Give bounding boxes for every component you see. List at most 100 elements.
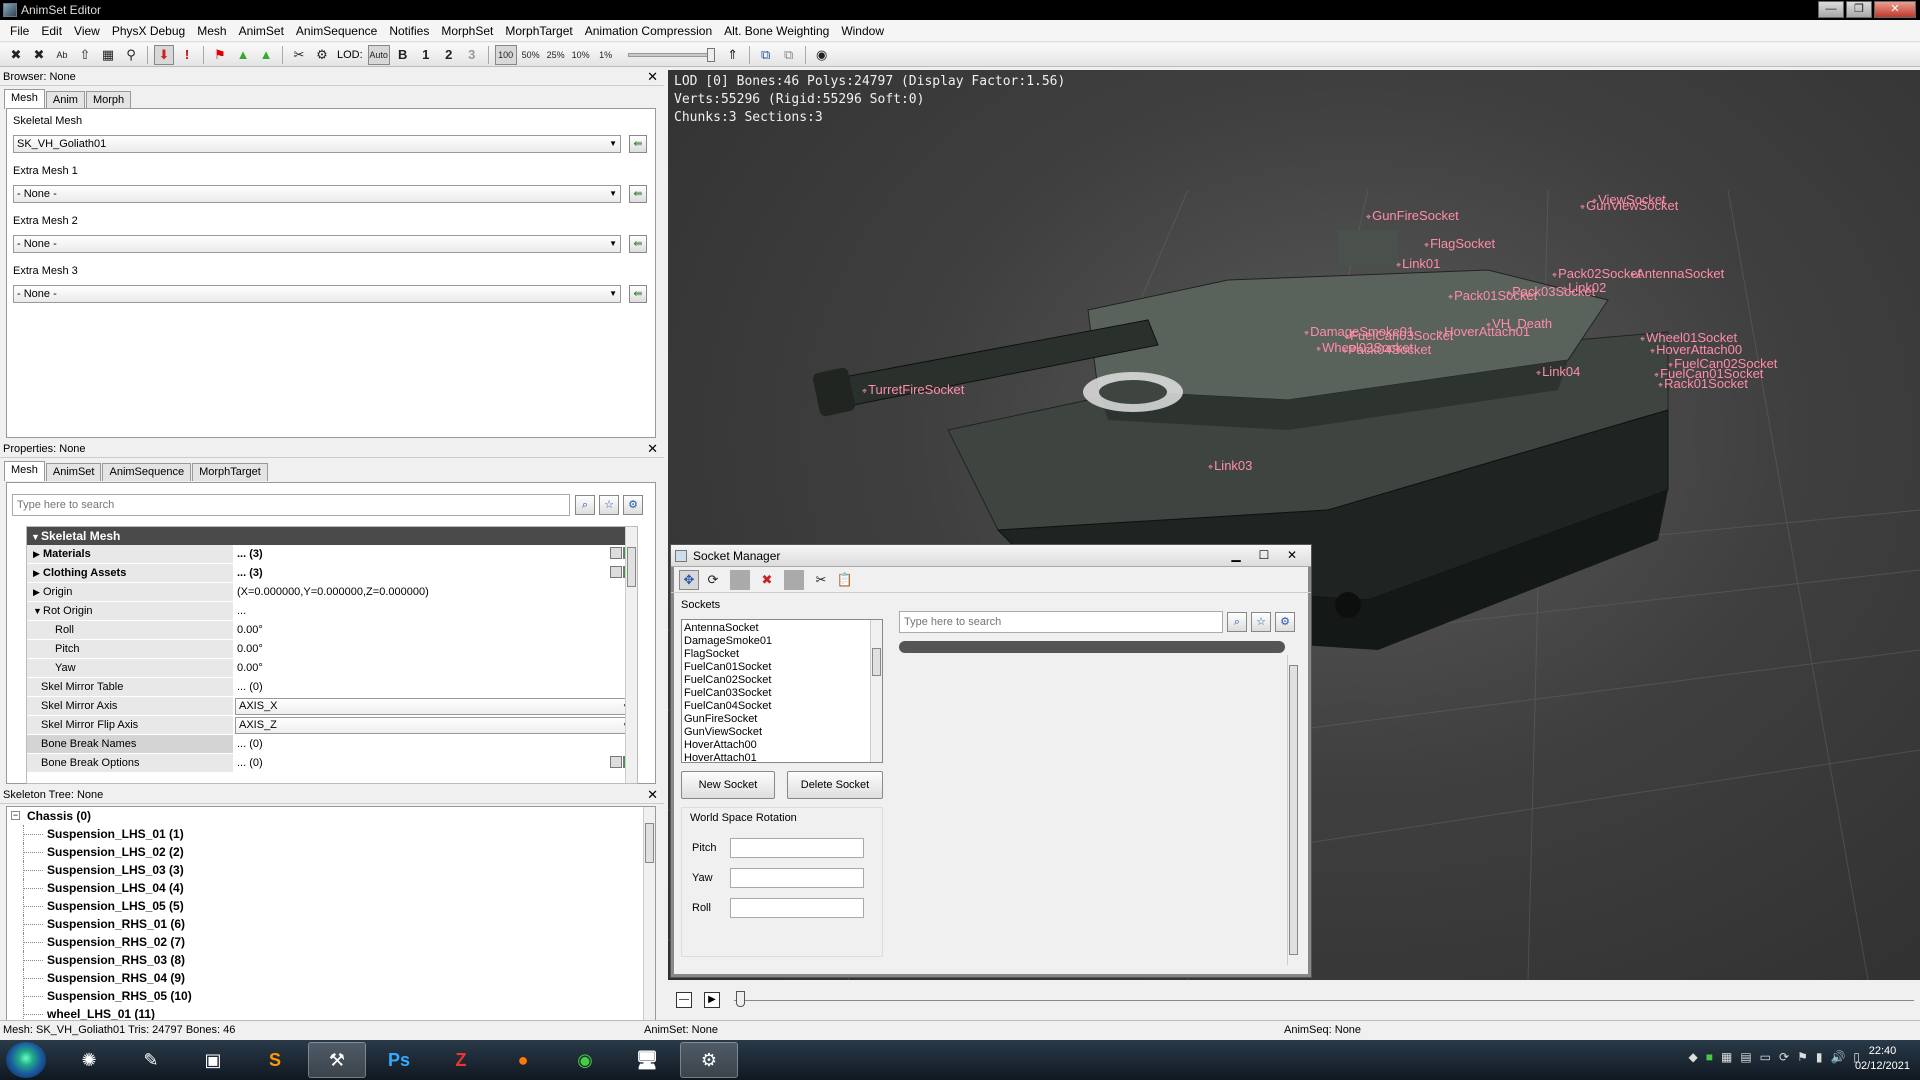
terminal-icon[interactable]: ▣ bbox=[184, 1042, 242, 1078]
lod-2-button[interactable]: 2 bbox=[439, 45, 459, 65]
star-icon[interactable]: ☆ bbox=[599, 495, 619, 515]
socket-icon[interactable]: ⬇ bbox=[154, 44, 174, 65]
tray-app-icon[interactable]: ◆ bbox=[1688, 1050, 1697, 1064]
close-icon[interactable]: ✕ bbox=[647, 441, 658, 457]
menu-animsequence[interactable]: AnimSequence bbox=[290, 20, 383, 42]
prop-origin[interactable]: ▶ Origin (X=0.000000,Y=0.000000,Z=0.000000… bbox=[27, 583, 637, 602]
remote-desktop-icon[interactable]: 🖥 bbox=[618, 1042, 676, 1078]
timeline-scrubber[interactable] bbox=[736, 991, 745, 1007]
firefox-icon[interactable]: ● bbox=[494, 1042, 552, 1078]
socket-marker[interactable]: TurretFireSocket bbox=[862, 382, 964, 397]
tab-morph[interactable]: Morph bbox=[85, 91, 132, 109]
mirror-axis-dropdown[interactable]: AXIS_X▼ bbox=[235, 698, 635, 715]
minimize-icon[interactable]: ▁ bbox=[1223, 547, 1249, 563]
lod-auto-button[interactable]: Auto bbox=[367, 44, 390, 65]
tray-sn-icon[interactable]: ▦ bbox=[1721, 1050, 1732, 1064]
filezilla-icon[interactable]: Z bbox=[432, 1042, 490, 1078]
tree-node[interactable]: Suspension_RHS_02 (7) bbox=[7, 933, 655, 951]
socket-marker[interactable]: Pack03Socket bbox=[1506, 284, 1595, 299]
speed-10-button[interactable]: 10% bbox=[570, 45, 592, 65]
prop-skel-mirror-axis[interactable]: Skel Mirror Axis AXIS_X▼ bbox=[27, 697, 637, 716]
bone-icon[interactable]: ✖ bbox=[6, 45, 26, 65]
search-icon[interactable]: ⌕ bbox=[1227, 612, 1247, 632]
lod-base-button[interactable]: B bbox=[393, 45, 413, 65]
socket-marker[interactable]: GunViewSocket bbox=[1580, 198, 1678, 213]
settings-icon[interactable]: ⚙ bbox=[1275, 612, 1295, 632]
list-item[interactable]: DamageSmoke01 bbox=[684, 635, 882, 648]
lod-1-button[interactable]: 1 bbox=[416, 45, 436, 65]
speed-50-button[interactable]: 50% bbox=[520, 45, 542, 65]
mirror-flip-axis-dropdown[interactable]: AXIS_Z▼ bbox=[235, 717, 635, 734]
animset-editor-icon[interactable]: ⚙ bbox=[680, 1042, 738, 1078]
minimize-button[interactable]: — bbox=[1818, 1, 1844, 18]
tab-mesh[interactable]: Mesh bbox=[4, 461, 45, 481]
loop-icon[interactable]: — bbox=[676, 992, 692, 1008]
bone-labels-icon[interactable]: Ab bbox=[52, 45, 72, 65]
empty-array-icon[interactable] bbox=[610, 756, 622, 768]
adjusted-anim-icon[interactable]: ▦ bbox=[98, 45, 118, 65]
picasa-icon[interactable]: ✺ bbox=[60, 1042, 118, 1078]
play-icon[interactable]: ▶ bbox=[704, 992, 720, 1008]
list-item[interactable]: FuelCan03Socket bbox=[684, 687, 882, 700]
wind-icon[interactable]: ⇑ bbox=[723, 45, 743, 65]
prop-value[interactable]: 0.00° bbox=[237, 643, 263, 655]
notepad-icon[interactable]: ✎ bbox=[122, 1042, 180, 1078]
list-item[interactable]: GunFireSocket bbox=[684, 713, 882, 726]
tree-node[interactable]: Suspension_LHS_01 (1) bbox=[7, 825, 655, 843]
socket-marker[interactable]: HoverAttach00 bbox=[1650, 342, 1742, 357]
menu-morphset[interactable]: MorphSet bbox=[435, 20, 499, 42]
close-icon[interactable]: ✕ bbox=[647, 787, 658, 803]
menu-morphtarget[interactable]: MorphTarget bbox=[499, 20, 578, 42]
use-selected-button[interactable]: ⇚ bbox=[629, 235, 647, 253]
maximize-button[interactable]: ❐ bbox=[1846, 1, 1872, 18]
properties-search-input[interactable] bbox=[12, 494, 570, 516]
socket-marker[interactable]: FlagSocket bbox=[1424, 236, 1495, 251]
delete-socket-button[interactable]: Delete Socket bbox=[787, 771, 883, 799]
socket-property-scrollbar[interactable] bbox=[1287, 655, 1299, 965]
close-icon[interactable]: ✕ bbox=[1279, 547, 1305, 563]
start-button[interactable] bbox=[6, 1042, 46, 1078]
prop-pitch[interactable]: Pitch0.00°▲▼ bbox=[27, 640, 637, 659]
tree-node[interactable]: Suspension_RHS_04 (9) bbox=[7, 969, 655, 987]
prop-bone-break-options[interactable]: Bone Break Options ... (0) bbox=[27, 754, 637, 773]
pitch-input[interactable] bbox=[730, 838, 864, 858]
yaw-input[interactable] bbox=[730, 868, 864, 888]
tree-node[interactable]: Suspension_LHS_04 (4) bbox=[7, 879, 655, 897]
list-item[interactable]: FuelCan04Socket bbox=[684, 700, 882, 713]
tree-icon[interactable]: ▲ bbox=[233, 45, 253, 65]
socket-list-scrollbar[interactable] bbox=[870, 620, 882, 762]
menu-edit[interactable]: Edit bbox=[35, 20, 68, 42]
collapse-icon[interactable]: − bbox=[11, 811, 20, 820]
socket-search-input[interactable] bbox=[899, 611, 1223, 633]
extra-mesh-3-dropdown[interactable]: - None - ▼ bbox=[13, 285, 621, 303]
lod-3-button[interactable]: 3 bbox=[462, 45, 482, 65]
list-item[interactable]: GunViewSocket bbox=[684, 726, 882, 739]
property-scrollbar[interactable] bbox=[625, 527, 637, 783]
prop-clothing-assets[interactable]: ▶ Clothing Assets ... (3) bbox=[27, 564, 637, 583]
copy-icon[interactable]: ✂ bbox=[811, 570, 831, 590]
tray-flag-icon[interactable]: ⚑ bbox=[1797, 1050, 1808, 1064]
speed-slider[interactable] bbox=[627, 47, 715, 62]
tree-node-root[interactable]: − Chassis (0) bbox=[7, 807, 655, 825]
tree-node[interactable]: Suspension_RHS_01 (6) bbox=[7, 915, 655, 933]
socket-marker[interactable]: Pack04Socket bbox=[1342, 342, 1431, 357]
prop-roll[interactable]: Roll0.00°▲▼ bbox=[27, 621, 637, 640]
tree-scrollbar[interactable] bbox=[643, 807, 655, 1023]
maximize-icon[interactable]: ☐ bbox=[1251, 547, 1277, 563]
prop-bone-break-names[interactable]: Bone Break Names ... (0) bbox=[27, 735, 637, 754]
flag-icon[interactable]: ⚑ bbox=[210, 45, 230, 65]
socket-marker[interactable]: Link04 bbox=[1536, 364, 1580, 379]
prop-skel-mirror-flip-axis[interactable]: Skel Mirror Flip Axis AXIS_Z▼ bbox=[27, 716, 637, 735]
volume-icon[interactable]: 🔊 bbox=[1830, 1050, 1845, 1064]
menu-animset[interactable]: AnimSet bbox=[233, 20, 290, 42]
chrome-icon[interactable]: ◉ bbox=[556, 1042, 614, 1078]
softbody-icon[interactable]: ⚙ bbox=[312, 45, 332, 65]
sublime-icon[interactable]: S bbox=[246, 1042, 304, 1078]
clock[interactable]: 22:40 02/12/2021 bbox=[1855, 1044, 1910, 1074]
roll-input[interactable] bbox=[730, 898, 864, 918]
menu-mesh[interactable]: Mesh bbox=[191, 20, 232, 42]
warning-icon[interactable]: ! bbox=[177, 45, 197, 65]
tab-animset[interactable]: AnimSet bbox=[45, 463, 102, 481]
list-item[interactable]: HoverAttach00 bbox=[684, 739, 882, 752]
tree-alt-icon[interactable]: ▲ bbox=[256, 45, 276, 65]
